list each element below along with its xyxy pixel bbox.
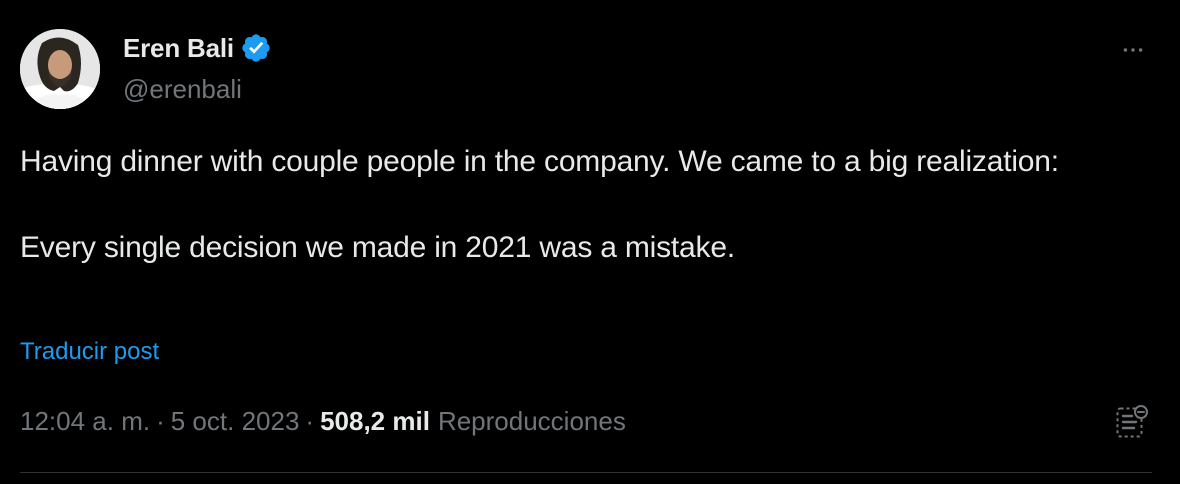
- meta-separator: ·: [156, 405, 165, 436]
- post-date[interactable]: 5 oct. 2023: [171, 406, 300, 437]
- views-label: Reproducciones: [437, 405, 626, 436]
- meta-separator: ·: [305, 405, 315, 436]
- post-meta-row: 12:04 a. m. · 5 oct. 2023 · 508,2 mil Re…: [20, 402, 626, 440]
- avatar[interactable]: [20, 29, 100, 109]
- author-name[interactable]: Eren Bali: [123, 33, 234, 64]
- tweet-text: Having dinner with couple people in the …: [20, 140, 1140, 269]
- views-count: 508,2 mil: [320, 405, 430, 436]
- author-handle[interactable]: @erenbali: [123, 72, 242, 106]
- verified-badge-icon[interactable]: [240, 32, 272, 64]
- author-name-row[interactable]: Eren Bali: [123, 28, 272, 68]
- more-options-button[interactable]: [1113, 30, 1153, 70]
- post-analytics-button[interactable]: [1112, 402, 1152, 442]
- post-time[interactable]: 12:04 a. m.: [20, 406, 150, 437]
- tweet-paragraph-2: Every single decision we made in 2021 wa…: [20, 231, 735, 264]
- avatar-image: [20, 29, 100, 109]
- post-analytics-icon: [1116, 405, 1148, 438]
- tweet-paragraph-1: Having dinner with couple people in the …: [20, 145, 1059, 178]
- divider: [20, 472, 1152, 473]
- more-horizontal-icon: [1123, 48, 1143, 52]
- translate-post-link[interactable]: Traducir post: [20, 336, 159, 368]
